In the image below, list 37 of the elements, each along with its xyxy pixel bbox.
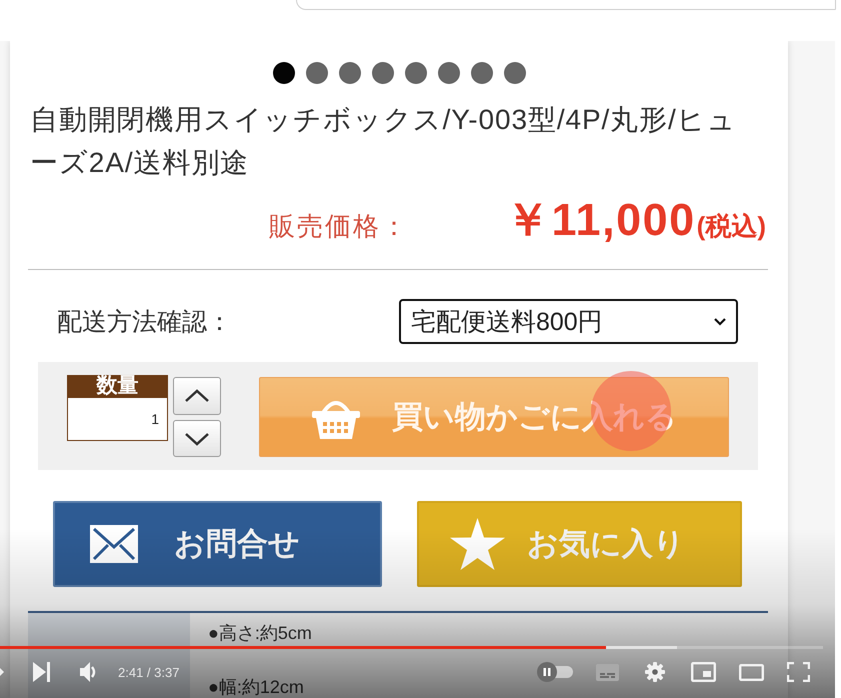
settings-icon[interactable]	[645, 662, 665, 682]
price-amount: ￥11,000	[505, 193, 696, 247]
play-icon[interactable]	[0, 668, 4, 676]
decrease-button[interactable]	[173, 420, 221, 457]
carousel-dot[interactable]	[272, 62, 294, 84]
chevron-up-icon	[184, 389, 210, 403]
price-label: 販売価格：	[269, 210, 410, 243]
time-display: 2:41 / 3:37	[118, 664, 180, 680]
carousel-dot[interactable]	[404, 62, 426, 84]
carousel-dot[interactable]	[504, 62, 526, 84]
volume-icon[interactable]	[80, 662, 98, 682]
carousel-dot[interactable]	[306, 62, 328, 84]
miniplayer-icon[interactable]	[691, 662, 716, 682]
progress-track[interactable]	[0, 646, 823, 649]
next-icon[interactable]	[33, 662, 50, 682]
dropdown-caret-icon	[714, 318, 726, 326]
tax-note: (税込)	[696, 210, 766, 243]
spec-text: ●高さ:約5cm	[208, 622, 312, 645]
carousel-dot[interactable]	[470, 62, 492, 84]
quantity-label: 数量	[67, 375, 168, 397]
shipping-label: 配送方法確認：	[57, 307, 232, 338]
carousel-dot[interactable]	[438, 62, 460, 84]
shipping-select[interactable]: 宅配便送料800円	[399, 299, 738, 344]
autoplay-toggle[interactable]	[537, 662, 573, 682]
quantity-input[interactable]: 1	[67, 397, 168, 441]
theater-mode-icon[interactable]	[739, 664, 764, 680]
star-icon	[450, 518, 505, 570]
increase-button[interactable]	[173, 377, 221, 415]
fullscreen-icon[interactable]	[787, 662, 810, 682]
contact-button[interactable]: お問合せ	[53, 501, 382, 587]
search-field[interactable]	[296, 0, 836, 10]
carousel-dot[interactable]	[372, 62, 394, 84]
product-title: 自動開閉機用スイッチボックス/Y-003型/4P/丸形/ヒューズ2A/送料別途	[29, 103, 738, 180]
spec-text: ●幅:約12cm	[208, 676, 304, 698]
envelope-icon	[90, 525, 138, 563]
carousel-dot[interactable]	[338, 62, 360, 84]
chevron-down-icon	[184, 432, 210, 446]
